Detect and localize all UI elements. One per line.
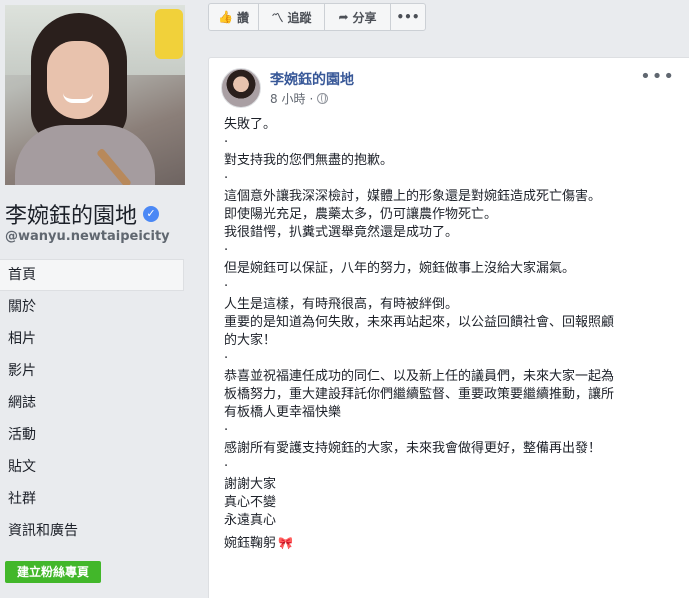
post-line: 有板橋人更幸福快樂 [224,405,342,420]
create-page-button[interactable]: 建立粉絲專頁 [5,561,101,583]
share-label: 分享 [352,10,377,25]
post-meta: 8 小時 · [270,90,329,107]
nav-item-videos[interactable]: 影片 [0,355,184,387]
page-name[interactable]: 李婉鈺的園地 ✓ [5,198,160,230]
post-body: 失敗了。 . 對支持我的您們無盡的抱歉。 . 這個意外讓我深深檢討，媒體上的形象… [224,116,674,553]
post-signature: 婉鈺鞠躬 [224,536,277,551]
post-line: 重要的是知道為何失敗，未來再站起來，以公益回饋社會、回報照顧 [224,315,615,330]
page-nav: 首頁 關於 相片 影片 網誌 活動 貼文 社群 資訊和廣告 [0,259,184,547]
meta-separator: · [309,91,314,106]
post-line: 失敗了。 [224,117,277,132]
post-line: 板橋努力，重大建設拜託你們繼續監督、重要政策要繼續推動，讓所 [224,387,615,402]
more-options-button[interactable]: ••• [391,4,425,30]
post-author-link[interactable]: 李婉鈺的園地 [270,69,354,89]
nav-item-home[interactable]: 首頁 [0,259,184,291]
profile-photo[interactable] [5,5,185,185]
post-line: 這個意外讓我深深檢討，媒體上的形象還是對婉鈺造成死亡傷害。 [224,189,602,204]
globe-icon [317,93,329,104]
rss-icon: 〽 [271,10,284,25]
post-avatar[interactable] [221,68,261,108]
post-line: 我很錯愕，扒糞式選舉竟然還是成功了。 [224,225,459,240]
post-line: . [224,131,229,146]
post-card: 李婉鈺的園地 8 小時 · ••• 失敗了。 . 對支持我的您們無盡的抱歉。 .… [208,57,689,598]
nav-item-community[interactable]: 社群 [0,483,184,515]
post-line: 對支持我的您們無盡的抱歉。 [224,153,394,168]
share-arrow-icon: ➦ [338,10,349,24]
post-line: 真心不變 [224,495,277,510]
page-name-text[interactable]: 李婉鈺的園地 [5,198,137,230]
post-line: 即使陽光充足，農藥太多，仍可讓農作物死亡。 [224,207,498,222]
follow-button[interactable]: 〽 追蹤 [259,4,325,30]
post-line: . [224,419,229,434]
post-line: 恭喜並祝福連任成功的同仁、以及新上任的議員們，未來大家一起為 [224,369,615,384]
page-handle: @wanyu.newtaipeicity [5,229,170,244]
post-options-button[interactable]: ••• [640,66,675,87]
post-line: 謝謝大家 [224,477,277,492]
nav-item-photos[interactable]: 相片 [0,323,184,355]
nav-item-posts[interactable]: 貼文 [0,451,184,483]
nav-item-about[interactable]: 關於 [0,291,184,323]
post-line: 的大家！ [224,333,277,348]
photo-face [47,41,109,119]
verified-icon: ✓ [143,206,160,222]
page-action-bar: 👍 讚 〽 追蹤 ➦ 分享 ••• [208,3,426,31]
post-line: 人生是這樣，有時飛很高，有時被絆倒。 [224,297,459,312]
like-label: 讚 [236,10,249,25]
post-time[interactable]: 8 小時 [270,90,305,107]
post-line: . [224,239,229,254]
post-line: . [224,275,229,290]
photo-body [15,125,155,185]
nav-item-info-ads[interactable]: 資訊和廣告 [0,515,184,547]
share-button[interactable]: ➦ 分享 [325,4,391,30]
photo-toy [155,9,183,59]
post-line: 感謝所有愛護支持婉鈺的大家，未來我會做得更好，整備再出發！ [224,441,602,456]
post-line: . [224,347,229,362]
post-signature-line: 婉鈺鞠躬 🎀 [224,534,674,553]
thumbs-up-icon: 👍 [218,10,233,24]
left-column: 李婉鈺的園地 ✓ @wanyu.newtaipeicity 首頁 關於 相片 影… [0,0,196,598]
nav-item-events[interactable]: 活動 [0,419,184,451]
post-line: 但是婉鈺可以保証，八年的努力，婉鈺做事上沒給大家漏氣。 [224,261,576,276]
post-line: . [224,455,229,470]
follow-label: 追蹤 [287,10,312,25]
post-line: . [224,167,229,182]
like-button[interactable]: 👍 讚 [209,4,259,30]
nav-item-notes[interactable]: 網誌 [0,387,184,419]
post-line: 永遠真心 [224,513,277,528]
ribbon-icon: 🎀 [278,536,293,550]
